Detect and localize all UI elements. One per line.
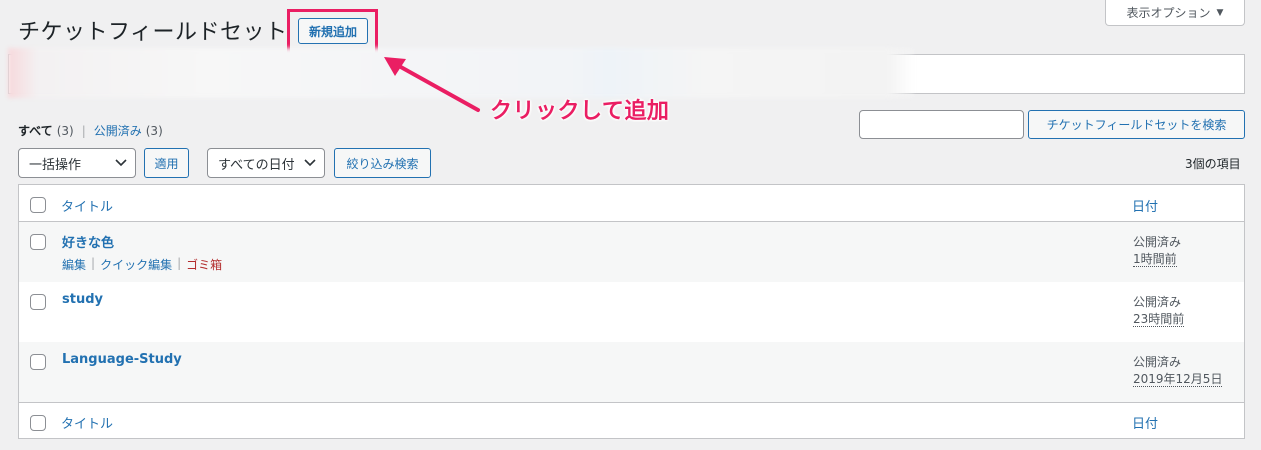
post-status: 公開済み [1133, 235, 1182, 249]
table-footer: タイトル 日付 [19, 402, 1244, 439]
search-input[interactable] [859, 110, 1024, 139]
row-checkbox[interactable] [30, 354, 46, 370]
trash-link[interactable]: ゴミ箱 [186, 256, 222, 273]
row-action-separator: | [91, 256, 96, 270]
post-status: 公開済み [1133, 355, 1182, 369]
bulk-action-select[interactable]: 一括操作 [18, 148, 136, 178]
date-filter-value: すべての日付 [218, 157, 295, 173]
annotation-text: クリックして追加 [490, 99, 670, 124]
chevron-down-icon [304, 159, 316, 167]
post-date: 1時間前 [1133, 252, 1177, 267]
post-title-link[interactable]: 好きな色 [62, 232, 114, 251]
edit-link[interactable]: 編集 [62, 256, 86, 273]
view-published[interactable]: 公開済み [94, 122, 142, 139]
column-date-sort[interactable]: 日付 [1132, 196, 1158, 215]
column-date-sort[interactable]: 日付 [1132, 413, 1158, 432]
post-title-link[interactable]: Language-Study [62, 352, 182, 367]
column-title-sort[interactable]: タイトル [61, 196, 113, 215]
table-row: Language-Study 公開済み 2019年12月5日 [19, 342, 1244, 402]
view-published-count: (3) [145, 123, 163, 138]
chevron-down-icon: ▼ [1216, 7, 1224, 18]
row-checkbox[interactable] [30, 234, 46, 250]
posts-table: タイトル 日付 好きな色 編集 | クイック編集 | ゴミ箱 公開済み 1時間前… [18, 184, 1245, 439]
row-checkbox[interactable] [30, 294, 46, 310]
arrow-icon [384, 57, 480, 112]
column-title-sort[interactable]: タイトル [61, 413, 113, 432]
chevron-down-icon [115, 159, 127, 167]
select-all-checkbox[interactable] [30, 415, 46, 431]
items-count: 3個の項目 [1185, 157, 1241, 171]
row-actions: 編集 | クイック編集 | ゴミ箱 [62, 256, 222, 273]
page-title: チケットフィールドセット [18, 20, 288, 45]
select-all-checkbox[interactable] [30, 197, 46, 213]
table-row: study 公開済み 23時間前 [19, 282, 1244, 342]
bulk-action-value: 一括操作 [29, 157, 82, 173]
post-date: 2019年12月5日 [1133, 372, 1223, 387]
view-separator: | [81, 123, 86, 138]
screen-options-button[interactable]: 表示オプション ▼ [1105, 0, 1245, 26]
post-title-link[interactable]: study [62, 292, 103, 307]
row-action-separator: | [177, 256, 182, 270]
quick-edit-link[interactable]: クイック編集 [100, 256, 172, 273]
table-header: タイトル 日付 [19, 185, 1244, 222]
apply-button[interactable]: 適用 [144, 148, 189, 178]
view-all-count: (3) [56, 123, 74, 138]
filter-button[interactable]: 絞り込み検索 [334, 148, 431, 178]
date-filter-select[interactable]: すべての日付 [207, 148, 325, 178]
table-row: 好きな色 編集 | クイック編集 | ゴミ箱 公開済み 1時間前 [19, 222, 1244, 282]
view-all[interactable]: すべて [18, 122, 53, 139]
view-filters: すべて (3) | 公開済み (3) [18, 122, 163, 139]
search-button[interactable]: チケットフィールドセットを検索 [1028, 110, 1245, 139]
post-status: 公開済み [1133, 295, 1182, 309]
screen-options-label: 表示オプション [1126, 6, 1211, 20]
post-date: 23時間前 [1133, 312, 1185, 327]
